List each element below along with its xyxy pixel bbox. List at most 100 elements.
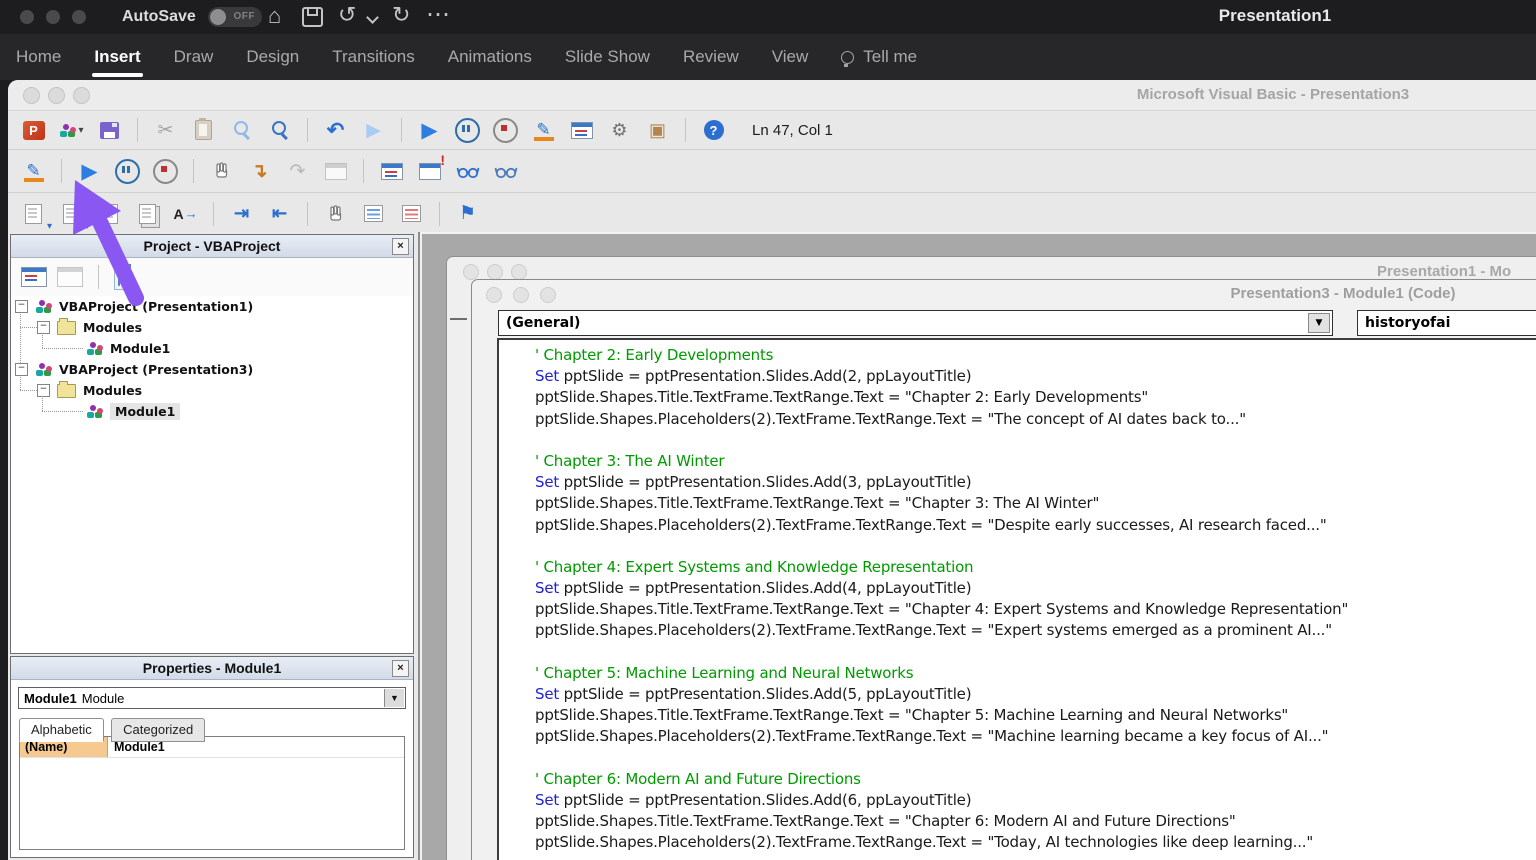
paste-button[interactable] [188, 115, 219, 145]
search-button[interactable] [264, 115, 295, 145]
toolbar-separator [363, 159, 364, 183]
project-explorer-button[interactable] [566, 115, 597, 145]
indent-button[interactable]: ⇥ [226, 199, 257, 229]
vba-minimize-icon[interactable] [48, 87, 65, 104]
design-mode-button[interactable]: ✎ [528, 115, 559, 145]
save-icon[interactable] [302, 7, 323, 27]
dropdown-arrow-icon[interactable]: ▼ [1308, 313, 1330, 333]
home-icon[interactable]: ⌂ [268, 3, 281, 29]
call-stack-button[interactable] [490, 156, 521, 186]
close-window-icon[interactable] [20, 10, 34, 24]
tab-design[interactable]: Design [246, 47, 299, 67]
view-object-button[interactable] [57, 267, 83, 287]
tab-slide-show[interactable]: Slide Show [565, 47, 650, 67]
save-button[interactable] [94, 115, 125, 145]
immediate-window-button[interactable] [376, 156, 407, 186]
find-button[interactable] [226, 115, 257, 145]
toolbar-separator [685, 118, 686, 142]
autosave-toggle[interactable]: OFF [208, 7, 262, 27]
object-browser-button[interactable]: ▣ [642, 115, 673, 145]
object-selector-dropdown[interactable]: Module1 Module ▼ [18, 687, 406, 709]
window-close-icon[interactable] [486, 287, 502, 303]
more-options-icon[interactable]: ⋯ [426, 0, 451, 29]
redo-icon[interactable]: ↻ [392, 2, 410, 28]
uncomment-block-button[interactable] [396, 199, 427, 229]
toggle-breakpoint-button[interactable] [320, 199, 351, 229]
edit-toolbar: ▾ ▾ A → ⇥ ⇤ ⚑ [8, 193, 1536, 235]
code-editor[interactable]: ' Chapter 2: Early Developments Set pptS… [497, 338, 1536, 860]
collapse-icon[interactable]: − [37, 384, 50, 397]
tree-item-module1-p1[interactable]: Module1 [11, 338, 413, 359]
collapse-icon[interactable]: − [15, 363, 28, 376]
vba-maximize-icon[interactable] [73, 87, 90, 104]
tab-draw[interactable]: Draw [174, 47, 214, 67]
list-properties-button[interactable]: ▾ [18, 199, 52, 232]
code-window-presentation1[interactable]: Presentation1 - Mo Presentation3 - Modul… [446, 256, 1536, 860]
powerpoint-icon[interactable]: P [18, 115, 49, 145]
maximize-window-icon[interactable] [72, 10, 86, 24]
step-over-button[interactable]: ↷ [282, 156, 313, 186]
toggle-breakpoint-button[interactable] [206, 156, 237, 186]
window-maximize-icon[interactable] [540, 287, 556, 303]
vba-close-icon[interactable] [23, 87, 40, 104]
watch-window-button[interactable]: ! [414, 152, 445, 186]
close-icon[interactable]: × [392, 238, 409, 255]
tell-me-button[interactable]: Tell me [841, 47, 917, 67]
tree-item-project1[interactable]: − VBAProject (Presentation1) [11, 296, 413, 317]
complete-word-button[interactable]: A → [170, 199, 201, 229]
break-button[interactable] [112, 156, 143, 186]
tab-alphabetic[interactable]: Alphabetic [19, 718, 104, 742]
reset-button[interactable] [150, 156, 181, 186]
redo-button[interactable]: ▶ [358, 115, 389, 145]
undo-chevron-icon[interactable] [366, 11, 379, 24]
tree-item-module1-p3[interactable]: Module1 [11, 401, 413, 422]
list-constants-button[interactable]: ▾ [56, 199, 90, 232]
properties-window-button[interactable]: ⚙ [604, 115, 635, 145]
quick-info-button[interactable] [94, 199, 125, 229]
close-icon[interactable]: × [392, 660, 409, 677]
undo-button[interactable]: ↶ [320, 115, 351, 145]
quick-watch-button[interactable] [452, 156, 483, 186]
window-minimize-icon[interactable] [513, 287, 529, 303]
toggle-bookmark-button[interactable]: ⚑ [452, 199, 483, 229]
undo-icon[interactable]: ↺ [338, 2, 356, 28]
tab-review[interactable]: Review [683, 47, 739, 67]
tab-transitions[interactable]: Transitions [332, 47, 415, 67]
parameter-info-button[interactable] [132, 199, 163, 229]
window-close-icon[interactable] [463, 264, 479, 280]
toggle-folders-button[interactable] [114, 264, 124, 290]
help-button[interactable]: ? [698, 115, 729, 145]
dropdown-arrow-icon[interactable]: ▼ [384, 689, 404, 707]
tree-item-label: VBAProject (Presentation1) [59, 299, 254, 314]
procedure-dropdown[interactable]: historyofai [1357, 310, 1536, 336]
run-button[interactable]: ▶ [414, 115, 445, 145]
insert-object-button[interactable]: ▾ [56, 115, 87, 145]
outdent-button[interactable]: ⇤ [264, 199, 295, 229]
tab-categorized[interactable]: Categorized [111, 718, 206, 742]
locals-window-button[interactable] [320, 156, 351, 186]
tab-view[interactable]: View [772, 47, 809, 67]
collapse-icon[interactable]: − [15, 300, 28, 313]
design-mode-button[interactable]: ✎ [18, 156, 49, 186]
minimize-window-icon[interactable] [46, 10, 60, 24]
window-minimize-icon[interactable] [487, 264, 503, 280]
object-dropdown[interactable]: (General) ▼ [498, 310, 1333, 336]
break-button[interactable] [452, 115, 483, 145]
step-into-button[interactable]: ↴ [244, 156, 275, 186]
collapse-icon[interactable]: − [37, 321, 50, 334]
comment-block-button[interactable] [358, 199, 389, 229]
run-button[interactable]: ▶ [74, 156, 105, 186]
tab-animations[interactable]: Animations [448, 47, 532, 67]
tab-home[interactable]: Home [16, 47, 61, 67]
cut-button[interactable]: ✂ [150, 115, 181, 145]
tree-item-modules1[interactable]: − Modules [11, 317, 413, 338]
window-maximize-icon[interactable] [511, 264, 527, 280]
tree-item-modules3[interactable]: − Modules [11, 380, 413, 401]
tab-insert[interactable]: Insert [92, 47, 143, 77]
reset-button[interactable] [490, 115, 521, 145]
properties-panel: Properties - Module1 × Module1 Module ▼ … [10, 656, 414, 858]
properties-grid: (Name) Module1 [19, 736, 405, 850]
tree-item-project3[interactable]: − VBAProject (Presentation3) [11, 359, 413, 380]
view-code-button[interactable] [21, 267, 47, 287]
